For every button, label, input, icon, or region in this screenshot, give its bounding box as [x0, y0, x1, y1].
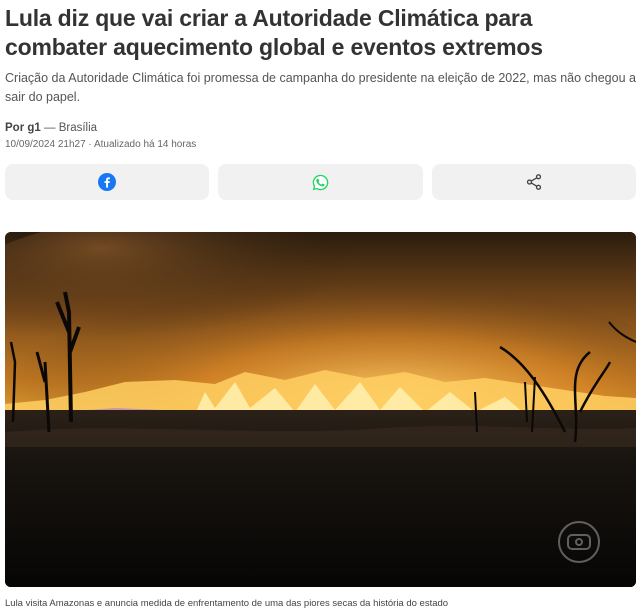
share-more-button[interactable] — [431, 164, 636, 200]
article-photo[interactable] — [5, 232, 636, 587]
share-whatsapp-button[interactable] — [218, 164, 423, 200]
photo-caption: Lula visita Amazonas e anuncia medida de… — [5, 598, 449, 609]
share-bar — [5, 164, 636, 200]
article-subheadline: Criação da Autoridade Climática foi prom… — [5, 71, 636, 104]
whatsapp-icon — [311, 173, 330, 192]
byline-location: Brasília — [58, 122, 98, 134]
article-headline: Lula diz que vai criar a Autoridade Clim… — [5, 5, 543, 60]
byline: Por g1 — Brasília — [5, 122, 636, 134]
facebook-icon — [98, 173, 117, 191]
share-icon — [525, 173, 543, 191]
byline-author[interactable]: Por g1 — [5, 122, 41, 134]
share-facebook-button[interactable] — [5, 164, 210, 200]
globo-watermark-icon — [558, 521, 600, 563]
byline-separator: — — [40, 122, 59, 134]
article: Lula diz que vai criar a Autoridade Clim… — [5, 0, 636, 609]
article-dateline: 10/09/2024 21h27 · Atualizado há 14 hora… — [5, 139, 197, 150]
